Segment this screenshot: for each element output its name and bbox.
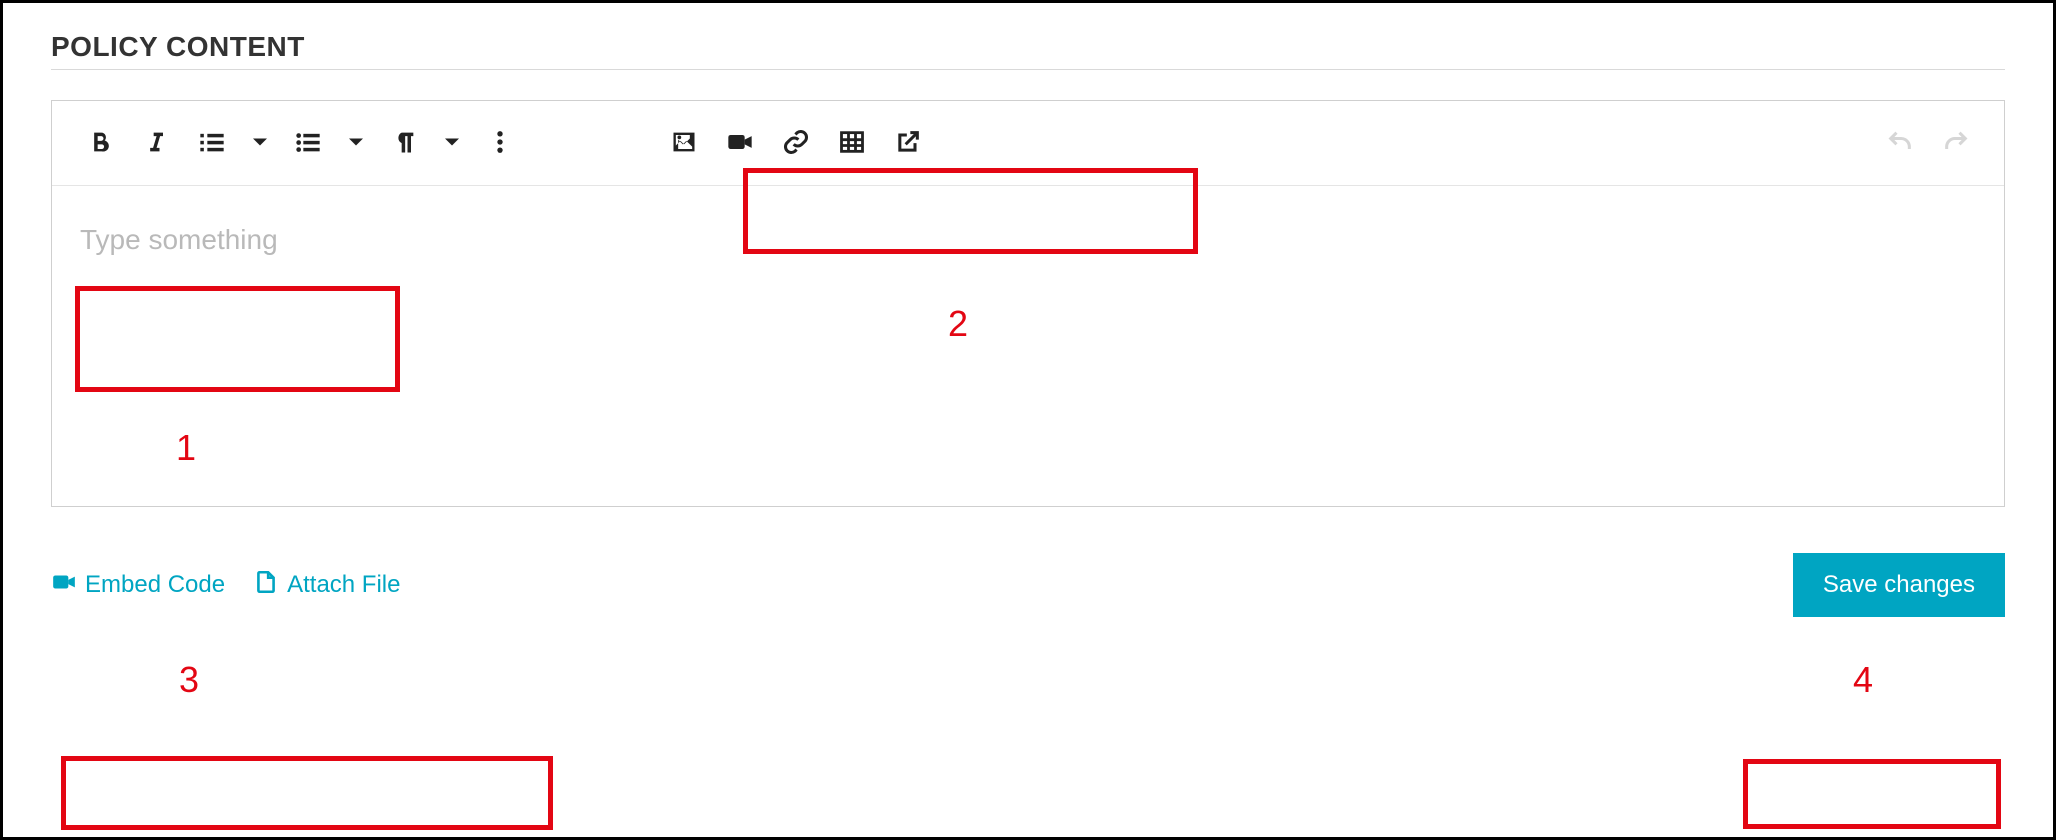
attach-file-link[interactable]: Attach File <box>253 569 400 602</box>
embed-code-label: Embed Code <box>85 571 225 599</box>
video-icon <box>51 569 77 602</box>
section-heading: POLICY CONTENT <box>51 31 2005 63</box>
chevron-down-icon <box>342 128 370 159</box>
pilcrow-icon <box>390 128 418 159</box>
embed-code-link[interactable]: Embed Code <box>51 569 225 602</box>
editor-footer: Embed Code Attach File Save changes <box>51 553 2005 617</box>
open-external-button[interactable] <box>884 119 932 167</box>
image-icon <box>670 128 698 159</box>
insert-table-button[interactable] <box>828 119 876 167</box>
annotation-label-3: 3 <box>179 659 199 701</box>
attach-file-label: Attach File <box>287 571 400 599</box>
unordered-list-dropdown[interactable] <box>340 119 372 167</box>
rich-text-editor: Type something <box>51 100 2005 507</box>
ordered-list-icon <box>198 128 226 159</box>
more-options-button[interactable] <box>476 119 524 167</box>
kebab-icon <box>486 128 514 159</box>
editor-placeholder-text: Type something <box>80 224 278 255</box>
divider <box>51 69 2005 70</box>
italic-icon <box>142 128 170 159</box>
unordered-list-icon <box>294 128 322 159</box>
file-icon <box>253 569 279 602</box>
paragraph-format-button[interactable] <box>380 119 428 167</box>
insert-video-button[interactable] <box>716 119 764 167</box>
annotation-box-3 <box>61 756 553 830</box>
editor-content-area[interactable]: Type something <box>52 186 2004 506</box>
bold-button[interactable] <box>76 119 124 167</box>
annotation-label-4: 4 <box>1853 659 1873 701</box>
italic-button[interactable] <box>132 119 180 167</box>
ordered-list-dropdown[interactable] <box>244 119 276 167</box>
editor-toolbar <box>52 101 2004 186</box>
paragraph-format-dropdown[interactable] <box>436 119 468 167</box>
redo-button[interactable] <box>1932 119 1980 167</box>
ordered-list-button[interactable] <box>188 119 236 167</box>
toolbar-history-group <box>1876 119 1980 167</box>
redo-icon <box>1942 128 1970 159</box>
insert-link-button[interactable] <box>772 119 820 167</box>
external-link-icon <box>894 128 922 159</box>
link-icon <box>782 128 810 159</box>
unordered-list-button[interactable] <box>284 119 332 167</box>
chevron-down-icon <box>246 128 274 159</box>
annotation-box-4 <box>1743 759 2001 829</box>
video-icon <box>726 128 754 159</box>
bold-icon <box>86 128 114 159</box>
table-icon <box>838 128 866 159</box>
undo-icon <box>1886 128 1914 159</box>
save-changes-button[interactable]: Save changes <box>1793 553 2005 617</box>
chevron-down-icon <box>438 128 466 159</box>
insert-image-button[interactable] <box>660 119 708 167</box>
undo-button[interactable] <box>1876 119 1924 167</box>
